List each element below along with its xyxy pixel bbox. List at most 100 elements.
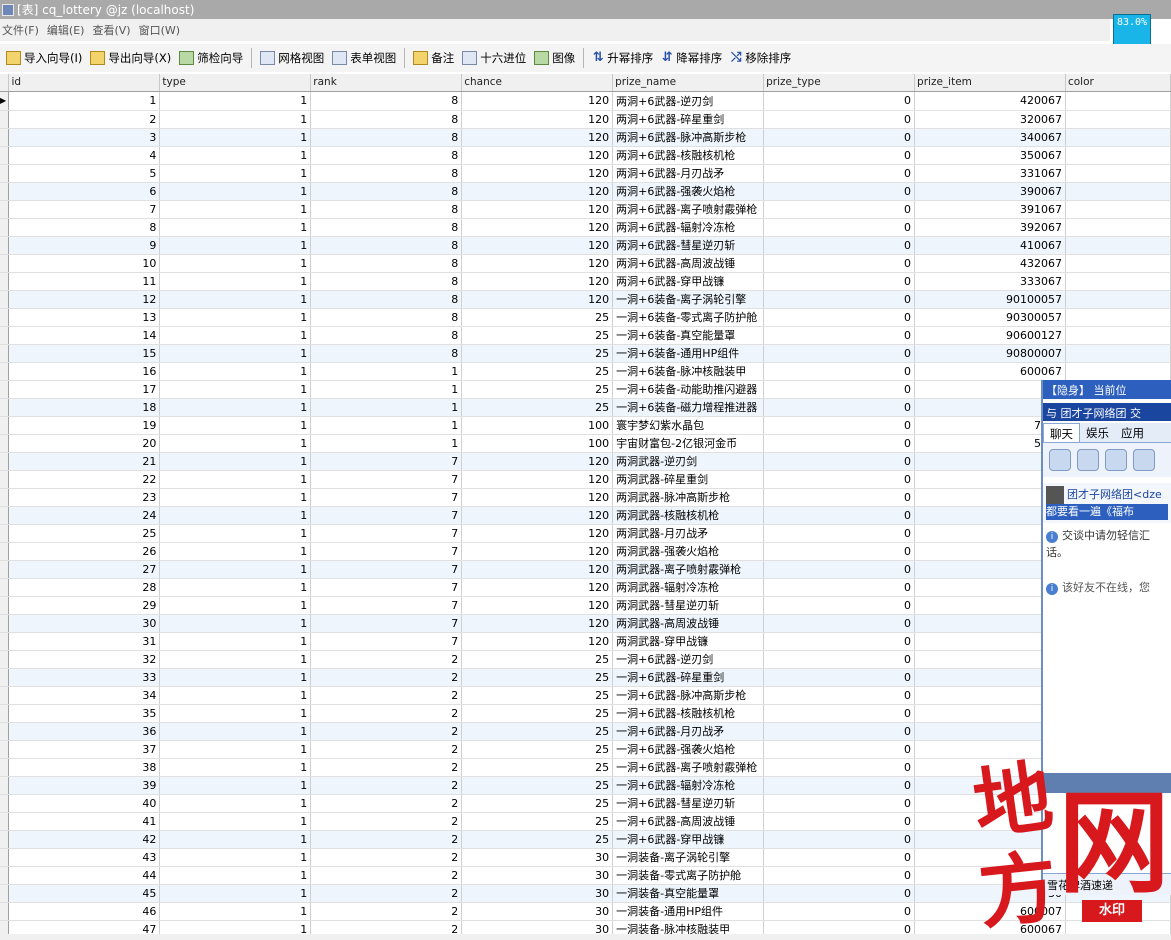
tab-chat[interactable]: 聊天 (1043, 423, 1080, 442)
cell-chance[interactable]: 120 (461, 560, 614, 579)
cell-chance[interactable]: 30 (461, 902, 614, 921)
cell-id[interactable]: 45 (8, 884, 161, 903)
cell-prize-type[interactable]: 0 (763, 506, 916, 525)
cell-prize-type[interactable]: 0 (763, 200, 916, 219)
cell-prize-item[interactable]: 410067 (914, 236, 1066, 255)
cell-rank[interactable]: 2 (310, 812, 463, 831)
column-header[interactable]: prize_item (914, 74, 1066, 92)
cell-rank[interactable]: 1 (310, 416, 463, 435)
cell-chance[interactable]: 120 (461, 182, 614, 201)
cell-type[interactable]: 1 (159, 182, 312, 201)
cell-chance[interactable]: 25 (461, 308, 614, 327)
cell-rank[interactable]: 2 (310, 830, 463, 849)
cell-prize-type[interactable]: 0 (763, 848, 916, 867)
cell-chance[interactable]: 25 (461, 326, 614, 345)
cell-prize-name[interactable]: 两洞武器-彗星逆刃斩 (612, 596, 765, 615)
cell-id[interactable]: 40 (8, 794, 161, 813)
cell-prize-type[interactable]: 0 (763, 668, 916, 687)
import-wizard-button[interactable]: 导入向导(I) (2, 46, 86, 70)
cell-rank[interactable]: 8 (310, 110, 463, 129)
row-marker[interactable] (0, 848, 10, 867)
tab-entertainment[interactable]: 娱乐 (1080, 423, 1115, 442)
cell-id[interactable]: 8 (8, 218, 161, 237)
chat-ad[interactable]: 雪花啤酒速递 (1043, 873, 1171, 895)
cell-id[interactable]: 30 (8, 614, 161, 633)
cell-prize-type[interactable]: 0 (763, 380, 916, 399)
cell-prize-type[interactable]: 0 (763, 704, 916, 723)
cell-chance[interactable]: 25 (461, 362, 614, 381)
cell-type[interactable]: 1 (159, 488, 312, 507)
row-marker[interactable] (0, 164, 10, 183)
cell-prize-type[interactable]: 0 (763, 398, 916, 417)
table-row[interactable]: 2417120两洞武器-核融核机枪035 (0, 506, 1171, 525)
cell-prize-name[interactable]: 两洞+6武器-辐射冷冻枪 (612, 218, 765, 237)
cell-prize-item[interactable]: 333067 (914, 272, 1066, 291)
cell-type[interactable]: 1 (159, 650, 312, 669)
table-row[interactable]: 12 1 8 120 一洞+6装备-离子涡轮引擎 0 90100057 (0, 290, 1171, 309)
column-header[interactable]: id (8, 74, 161, 92)
cell-type[interactable]: 1 (159, 668, 312, 687)
cell-prize-type[interactable]: 0 (763, 722, 916, 741)
row-marker[interactable] (0, 542, 10, 561)
cell-prize-type[interactable]: 0 (763, 614, 916, 633)
cell-prize-type[interactable]: 0 (763, 560, 916, 579)
form-view-button[interactable]: 表单视图 (328, 46, 400, 70)
cell-chance[interactable]: 120 (461, 578, 614, 597)
cell-chance[interactable]: 120 (461, 632, 614, 651)
cell-type[interactable]: 1 (159, 308, 312, 327)
cell-type[interactable]: 1 (159, 524, 312, 543)
cell-chance[interactable]: 120 (461, 272, 614, 291)
cell-prize-name[interactable]: 寰宇梦幻紫水晶包 (612, 416, 765, 435)
cell-prize-type[interactable]: 0 (763, 596, 916, 615)
cell-prize-item[interactable]: 340067 (914, 128, 1066, 147)
cell-id[interactable]: 41 (8, 812, 161, 831)
cell-type[interactable]: 1 (159, 344, 312, 363)
row-marker[interactable] (0, 704, 10, 723)
cell-prize-name[interactable]: 两洞+6武器-彗星逆刃斩 (612, 236, 765, 255)
row-marker[interactable] (0, 416, 10, 435)
row-marker[interactable] (0, 776, 10, 795)
cell-prize-name[interactable]: 一洞装备-零式离子防护舱 (612, 866, 765, 885)
cell-prize-type[interactable]: 0 (763, 686, 916, 705)
column-header[interactable]: type (159, 74, 312, 92)
table-row[interactable]: 16 1 1 25 一洞+6装备-脉冲核融装甲 0 600067 (0, 362, 1171, 381)
cell-id[interactable]: 14 (8, 326, 161, 345)
cell-color[interactable] (1065, 308, 1171, 327)
cell-id[interactable]: 31 (8, 632, 161, 651)
cell-id[interactable]: 1 (8, 91, 161, 111)
cell-type[interactable]: 1 (159, 794, 312, 813)
cell-type[interactable]: 1 (159, 812, 312, 831)
cell-rank[interactable]: 7 (310, 506, 463, 525)
cell-type[interactable]: 1 (159, 236, 312, 255)
cell-rank[interactable]: 2 (310, 650, 463, 669)
cell-prize-name[interactable]: 两洞+6武器-核融核机枪 (612, 146, 765, 165)
cell-chance[interactable]: 25 (461, 344, 614, 363)
cell-id[interactable]: 15 (8, 344, 161, 363)
cell-prize-type[interactable]: 0 (763, 632, 916, 651)
cell-type[interactable]: 1 (159, 740, 312, 759)
cell-chance[interactable]: 120 (461, 200, 614, 219)
cell-prize-name[interactable]: 两洞武器-辐射冷冻枪 (612, 578, 765, 597)
cell-prize-item[interactable]: 320067 (914, 110, 1066, 129)
cell-prize-type[interactable]: 0 (763, 794, 916, 813)
cell-prize-type[interactable]: 0 (763, 254, 916, 273)
cell-type[interactable]: 1 (159, 362, 312, 381)
cell-id[interactable]: 13 (8, 308, 161, 327)
table-row[interactable]: 3 1 8 120 两洞+6武器-脉冲高斯步枪 0 340067 (0, 128, 1171, 147)
cell-prize-name[interactable]: 两洞武器-离子喷射霰弹枪 (612, 560, 765, 579)
row-marker[interactable] (0, 146, 10, 165)
row-marker[interactable] (0, 902, 10, 921)
cell-type[interactable]: 1 (159, 110, 312, 129)
cell-prize-name[interactable]: 两洞+6武器-离子喷射霰弹枪 (612, 200, 765, 219)
table-row[interactable]: ▶ 1 1 8 120 两洞+6武器-逆刃剑 0 420067 (0, 91, 1171, 111)
column-header[interactable]: color (1065, 74, 1171, 92)
cell-prize-name[interactable]: 两洞武器-逆刃剑 (612, 452, 765, 471)
cell-chance[interactable]: 120 (461, 506, 614, 525)
cell-prize-item[interactable]: 391067 (914, 200, 1066, 219)
table-row[interactable]: 7 1 8 120 两洞+6武器-离子喷射霰弹枪 0 391067 (0, 200, 1171, 219)
row-marker[interactable] (0, 128, 10, 147)
row-marker[interactable] (0, 110, 10, 129)
cell-chance[interactable]: 25 (461, 668, 614, 687)
cell-rank[interactable]: 8 (310, 146, 463, 165)
sort-asc-button[interactable]: ⇅ 升幂排序 (588, 46, 657, 70)
